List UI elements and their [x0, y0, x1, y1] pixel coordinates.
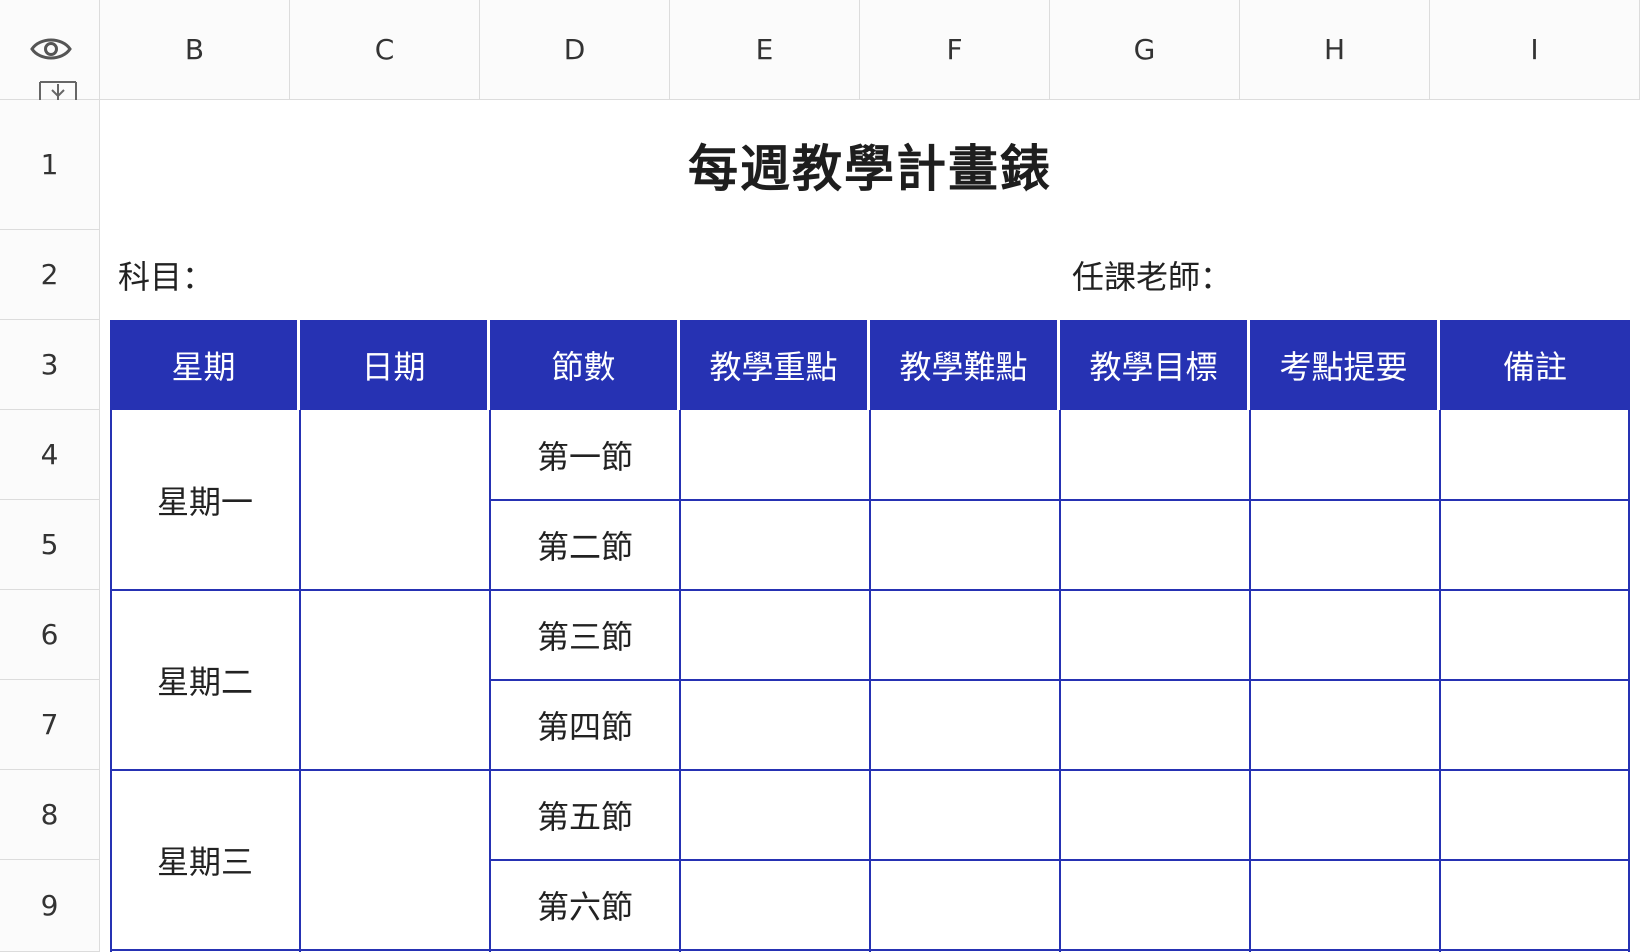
column-header-i[interactable]: I: [1430, 0, 1640, 100]
header-cell-objectives[interactable]: 教學目標: [1060, 320, 1250, 410]
header-cell-weekday[interactable]: 星期: [110, 320, 300, 410]
column-header-c[interactable]: C: [290, 0, 480, 100]
grid-line: [869, 410, 871, 952]
row-header-3[interactable]: 3: [0, 320, 100, 410]
grid-line: [110, 589, 1630, 591]
header-cell-exam-points[interactable]: 考點提要: [1250, 320, 1440, 410]
grid-line: [489, 859, 1630, 861]
period-cell-4[interactable]: 第四節: [492, 682, 678, 768]
header-cell-difficulties[interactable]: 教學難點: [870, 320, 1060, 410]
period-cell-6[interactable]: 第六節: [492, 862, 678, 948]
row-header-8[interactable]: 8: [0, 770, 100, 860]
row-header-6[interactable]: 6: [0, 590, 100, 680]
column-header-g[interactable]: G: [1050, 0, 1240, 100]
row-header-2[interactable]: 2: [0, 230, 100, 320]
column-header-b[interactable]: B: [100, 0, 290, 100]
row-header-7[interactable]: 7: [0, 680, 100, 770]
column-header-d[interactable]: D: [480, 0, 670, 100]
grid-line: [110, 410, 112, 952]
eye-icon[interactable]: [30, 34, 72, 64]
grid-line: [489, 679, 1630, 681]
period-cell-2[interactable]: 第二節: [492, 502, 678, 588]
grid-line: [679, 410, 681, 952]
weekday-cell-wed[interactable]: 星期三: [112, 772, 298, 948]
grid-line: [1439, 410, 1441, 952]
header-cell-notes[interactable]: 備註: [1440, 320, 1630, 410]
column-header-e[interactable]: E: [670, 0, 860, 100]
grid-line: [299, 410, 301, 952]
grid-line: [1249, 410, 1251, 952]
header-cell-key-points[interactable]: 教學重點: [680, 320, 870, 410]
sheet-title[interactable]: 每週教學計畫錶: [100, 100, 1640, 230]
date-cell-mon[interactable]: [302, 412, 488, 588]
grid-line: [1059, 410, 1061, 952]
grid-line: [110, 769, 1630, 771]
row-header-4[interactable]: 4: [0, 410, 100, 500]
row-header-5[interactable]: 5: [0, 500, 100, 590]
period-cell-1[interactable]: 第一節: [492, 412, 678, 498]
period-cell-5[interactable]: 第五節: [492, 772, 678, 858]
column-header-h[interactable]: H: [1240, 0, 1430, 100]
weekday-cell-tue[interactable]: 星期二: [112, 592, 298, 768]
grid-line: [489, 410, 491, 952]
row-header-9[interactable]: 9: [0, 860, 100, 952]
teacher-label[interactable]: 任課老師：: [1050, 230, 1640, 320]
period-cell-3[interactable]: 第三節: [492, 592, 678, 678]
grid-line: [1628, 410, 1630, 952]
row-header-1[interactable]: 1: [0, 100, 100, 230]
subject-label[interactable]: 科目：: [100, 230, 1050, 320]
column-header-f[interactable]: F: [860, 0, 1050, 100]
spreadsheet: B C D E F G H I 1 2 3 4 5 6 7 8 9 每週教學計畫…: [0, 0, 1640, 952]
date-cell-tue[interactable]: [302, 592, 488, 768]
grid-line: [110, 949, 1630, 951]
header-cell-period[interactable]: 節數: [490, 320, 680, 410]
header-cell-date[interactable]: 日期: [300, 320, 490, 410]
date-cell-wed[interactable]: [302, 772, 488, 948]
weekday-cell-mon[interactable]: 星期一: [112, 412, 298, 588]
grid-line: [489, 499, 1630, 501]
